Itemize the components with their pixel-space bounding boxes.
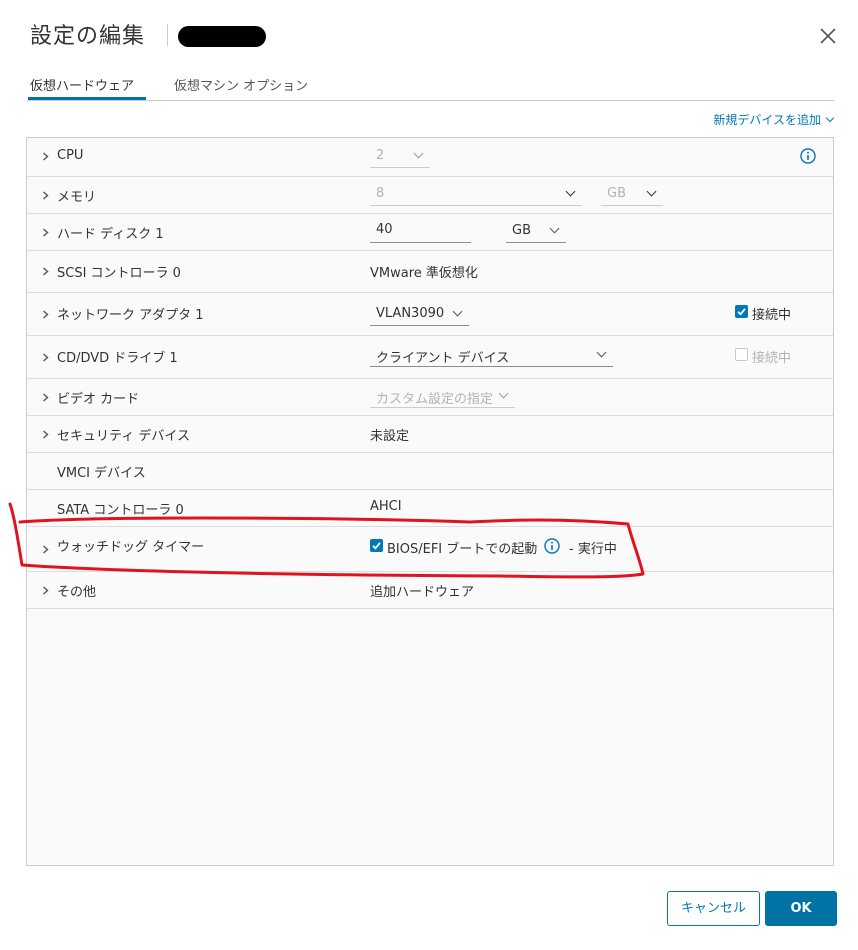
cddvd-select[interactable]: クライアント デバイス — [370, 345, 613, 367]
cddvd-value: クライアント デバイス — [376, 351, 510, 366]
chevron-down-icon — [498, 388, 509, 399]
row-other: その他 追加ハードウェア — [27, 572, 833, 609]
row-watchdog-timer: ウォッチドッグ タイマー BIOS/EFI ブートでの起動 - 実行中 — [27, 527, 833, 572]
memory-value: 8 — [376, 186, 385, 201]
network-connected-checkbox[interactable] — [735, 305, 748, 318]
row-cddvd-drive: CD/DVD ドライブ 1 クライアント デバイス 接続中 — [27, 336, 833, 379]
sata-label: SATA コントローラ 0 — [57, 503, 184, 518]
cddvd-connected-checkbox[interactable] — [735, 348, 748, 361]
hard-disk-label: ハード ディスク 1 — [57, 227, 164, 242]
other-label: その他 — [57, 585, 97, 600]
row-vmci-device: VMCI デバイス — [27, 453, 833, 490]
network-select[interactable]: VLAN3090 — [370, 304, 469, 326]
network-connected-label: 接続中 — [752, 308, 792, 323]
row-memory: メモリ 8 GB — [27, 177, 833, 214]
dialog-title: 設定の編集 — [30, 24, 146, 49]
scsi-value: VMware 準仮想化 — [370, 266, 478, 281]
memory-label: メモリ — [57, 190, 97, 205]
cpu-select[interactable]: 2 — [370, 146, 430, 168]
chevron-down-icon — [565, 186, 576, 197]
watchdog-bios-label: BIOS/EFI ブートでの起動 — [387, 542, 538, 557]
vmci-label: VMCI デバイス — [57, 466, 146, 481]
cddvd-label: CD/DVD ドライブ 1 — [57, 351, 178, 366]
watchdog-status: - 実行中 — [569, 542, 617, 557]
add-new-device-button[interactable]: 新規デバイスを追加 — [713, 111, 835, 128]
hard-disk-size-value: 40 — [376, 222, 393, 237]
sata-value: AHCI — [370, 499, 402, 514]
row-security-device: セキュリティ デバイス 未設定 — [27, 416, 833, 453]
active-tab-indicator — [28, 97, 146, 100]
row-cpu: CPU 2 — [27, 138, 833, 177]
watchdog-bios-checkbox[interactable] — [370, 539, 383, 552]
video-card-select[interactable]: カスタム設定の指定 — [370, 386, 515, 408]
other-value: 追加ハードウェア — [370, 585, 475, 600]
row-sata-controller: SATA コントローラ 0 AHCI — [27, 490, 833, 527]
tab-virtual-hardware[interactable]: 仮想ハードウェア — [30, 75, 134, 94]
chevron-right-icon[interactable] — [41, 393, 50, 402]
chevron-right-icon[interactable] — [41, 353, 50, 362]
row-scsi-controller: SCSI コントローラ 0 VMware 準仮想化 — [27, 251, 833, 293]
redacted-vm-name — [178, 26, 266, 47]
add-device-label: 新規デバイスを追加 — [713, 113, 821, 127]
watchdog-label: ウォッチドッグ タイマー — [57, 540, 205, 555]
cpu-value: 2 — [376, 148, 385, 163]
hardware-grid: CPU 2 メモリ 8 GB ハード ディスク 1 40 GB SCSI コント… — [26, 137, 834, 866]
network-label: ネットワーク アダプタ 1 — [57, 308, 204, 323]
security-device-value: 未設定 — [370, 429, 410, 444]
video-card-label: ビデオ カード — [57, 392, 140, 407]
cancel-button[interactable]: キャンセル — [667, 891, 760, 926]
hard-disk-unit: GB — [512, 223, 531, 238]
memory-unit: GB — [607, 186, 626, 201]
chevron-down-icon — [596, 347, 607, 358]
scsi-label: SCSI コントローラ 0 — [57, 266, 181, 281]
chevron-right-icon[interactable] — [41, 267, 50, 276]
chevron-down-icon — [452, 306, 463, 317]
info-icon[interactable] — [800, 148, 816, 164]
hard-disk-unit-select[interactable]: GB — [506, 221, 566, 243]
ok-button[interactable]: OK — [765, 891, 837, 926]
close-icon[interactable] — [818, 26, 838, 46]
chevron-down-icon — [549, 223, 560, 234]
title-divider — [167, 24, 168, 46]
chevron-right-icon[interactable] — [41, 430, 50, 439]
tab-vm-options[interactable]: 仮想マシン オプション — [174, 75, 308, 94]
cddvd-connected-label: 接続中 — [752, 351, 792, 366]
hard-disk-size-input[interactable]: 40 — [370, 221, 471, 243]
chevron-down-icon — [413, 148, 424, 159]
video-card-value: カスタム設定の指定 — [376, 392, 494, 407]
chevron-right-icon[interactable] — [41, 152, 50, 161]
chevron-right-icon[interactable] — [41, 191, 50, 200]
chevron-right-icon[interactable] — [41, 310, 50, 319]
info-icon[interactable] — [544, 538, 560, 554]
chevron-right-icon[interactable] — [41, 586, 50, 595]
cpu-label: CPU — [57, 148, 84, 163]
row-hard-disk: ハード ディスク 1 40 GB — [27, 214, 833, 251]
security-device-label: セキュリティ デバイス — [57, 429, 190, 444]
chevron-right-icon[interactable] — [41, 228, 50, 237]
memory-unit-select[interactable]: GB — [601, 184, 663, 206]
chevron-down-icon — [825, 113, 835, 123]
tab-bar: 仮想ハードウェア 仮想マシン オプション — [27, 72, 834, 101]
chevron-right-icon[interactable] — [41, 545, 50, 554]
memory-select[interactable]: 8 — [370, 184, 582, 206]
chevron-down-icon — [646, 186, 657, 197]
row-network-adapter: ネットワーク アダプタ 1 VLAN3090 接続中 — [27, 293, 833, 336]
row-video-card: ビデオ カード カスタム設定の指定 — [27, 379, 833, 416]
network-value: VLAN3090 — [376, 306, 445, 321]
